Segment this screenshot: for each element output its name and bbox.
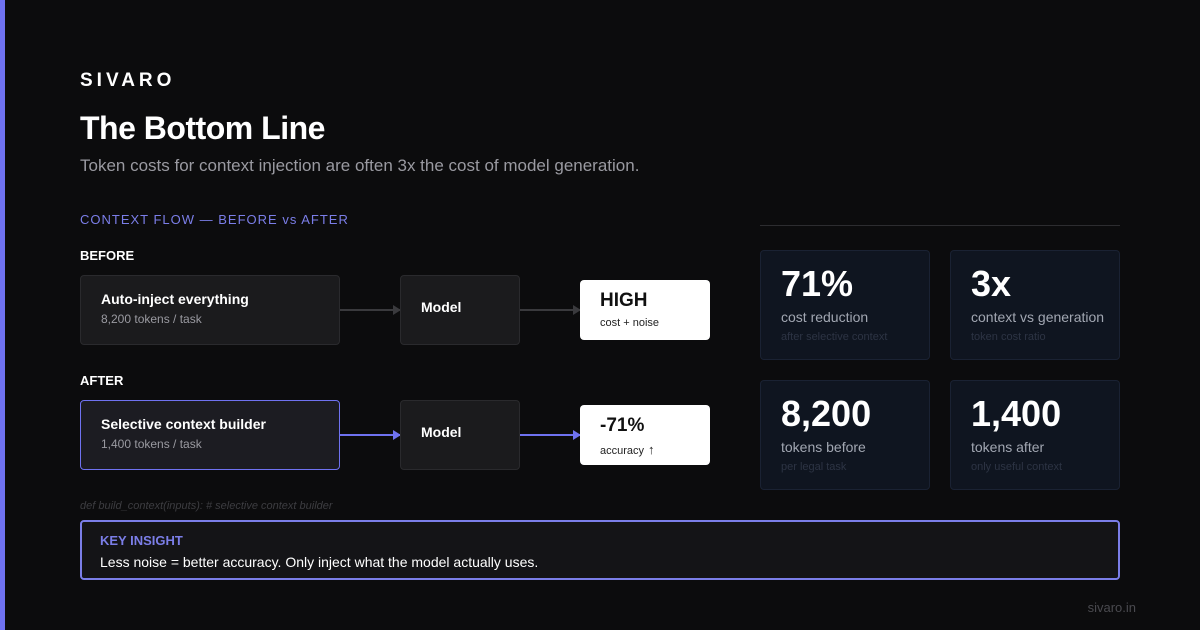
after-source-title: Selective context builder — [101, 416, 266, 432]
before-model-label: Model — [421, 299, 462, 315]
after-result-card: -71% accuracy ↑ — [580, 405, 710, 465]
stat-note: per legal task — [781, 461, 847, 473]
before-result-caption: cost + noise — [600, 317, 660, 329]
page-title: The Bottom Line — [80, 110, 325, 146]
before-label: BEFORE — [80, 248, 135, 263]
stat-card: 3x context vs generation token cost rati… — [950, 250, 1120, 360]
page-subtitle: Token costs for context injection are of… — [80, 156, 640, 175]
before-source-title: Auto-inject everything — [101, 291, 249, 307]
stat-note: after selective context — [781, 331, 888, 343]
before-result-card: HIGH cost + noise — [580, 280, 710, 340]
section-label: CONTEXT FLOW — BEFORE vs AFTER — [80, 212, 349, 227]
slide: SIVARO The Bottom Line Token costs for c… — [0, 0, 1200, 630]
stat-value: 8,200 — [781, 393, 872, 434]
stat-value: 3x — [971, 263, 1012, 304]
after-label: AFTER — [80, 373, 124, 388]
arrow-up-icon: ↑ — [648, 442, 655, 457]
footer-url: sivaro.in — [1087, 600, 1136, 615]
stat-note: token cost ratio — [971, 331, 1046, 343]
after-result-caption-text: accuracy — [600, 445, 645, 457]
stat-label: context vs generation — [971, 309, 1105, 325]
key-insight-title: KEY INSIGHT — [100, 533, 183, 548]
stat-value: 1,400 — [971, 393, 1062, 434]
after-result-value: -71% — [600, 415, 645, 436]
after-model-label: Model — [421, 424, 462, 440]
stat-card: 71% cost reduction after selective conte… — [760, 250, 930, 360]
before-result-value: HIGH — [600, 290, 648, 311]
after-model-box: Model — [400, 400, 520, 470]
divider — [760, 225, 1120, 226]
before-source-tokens: 8,200 tokens / task — [101, 312, 202, 326]
stat-label: cost reduction — [781, 309, 869, 325]
brand-logo: SIVARO — [80, 70, 176, 91]
stat-note: only useful context — [971, 461, 1063, 473]
accent-bar — [0, 0, 5, 630]
stat-card: 8,200 tokens before per legal task — [760, 380, 930, 490]
after-arrow-1 — [340, 430, 401, 440]
after-arrow-2 — [520, 430, 581, 440]
code-hint: def build_context(inputs): # selective c… — [80, 500, 333, 512]
stat-label: tokens before — [781, 439, 866, 455]
after-source-box: Selective context builder 1,400 tokens /… — [80, 400, 340, 470]
stat-label: tokens after — [971, 439, 1045, 455]
key-insight-text: Less noise = better accuracy. Only injec… — [100, 554, 539, 570]
before-model-box: Model — [400, 275, 520, 345]
after-source-tokens: 1,400 tokens / task — [101, 437, 202, 451]
stat-card: 1,400 tokens after only useful context — [950, 380, 1120, 490]
key-insight-box: KEY INSIGHT Less noise = better accuracy… — [80, 520, 1120, 580]
after-result-caption: accuracy ↑ — [600, 442, 655, 457]
before-source-box: Auto-inject everything 8,200 tokens / ta… — [80, 275, 340, 345]
before-arrow-2 — [520, 305, 581, 315]
before-arrow-1 — [340, 305, 401, 315]
stat-value: 71% — [781, 263, 854, 304]
